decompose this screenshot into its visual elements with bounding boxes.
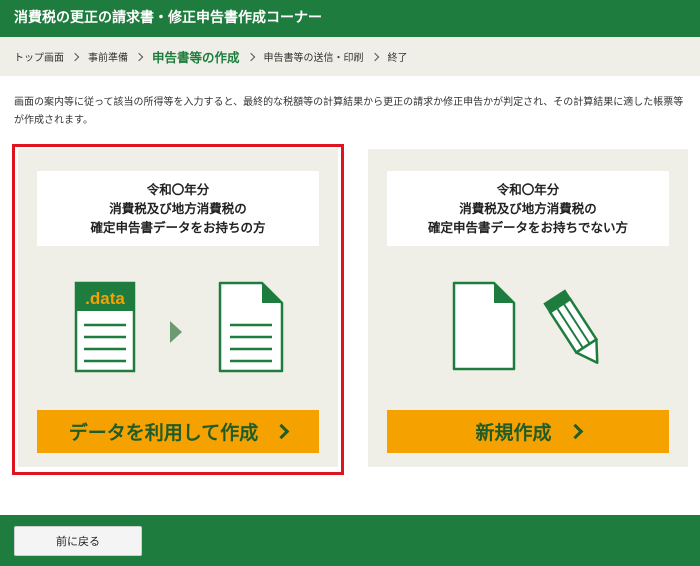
create-new-button[interactable]: 新規作成: [387, 410, 669, 453]
option-card-without-data: 令和〇年分 消費税及び地方消費税の 確定申告書データをお持ちでない方 新規作成: [368, 149, 688, 467]
instruction-text: 画面の案内等に従って該当の所得等を入力すると、最終的な税額等の計算結果から更正の…: [14, 97, 684, 126]
chevron-right-icon: [70, 52, 80, 61]
breadcrumb-item-create-current: 申告書等の作成: [152, 50, 240, 65]
app-title-bar: 消費税の更正の請求書・修正申告書作成コーナー: [0, 0, 700, 37]
blank-document-icon: [452, 281, 516, 371]
chevron-right-icon: [134, 52, 144, 61]
breadcrumb-item-preparation: 事前準備: [88, 53, 128, 64]
breadcrumb-item-finish: 終了: [387, 53, 408, 64]
title-line-target: 確定申告書データをお持ちでない方: [427, 220, 628, 235]
back-button[interactable]: 前に戻る: [14, 526, 142, 556]
footer-bar: 前に戻る: [0, 515, 700, 566]
breadcrumb-item-send-print: 申告書等の送信・印刷: [263, 53, 364, 64]
breadcrumb-item-top: トップ画面: [14, 53, 64, 64]
breadcrumb: トップ画面 事前準備 申告書等の作成 申告書等の送信・印刷 終了: [0, 37, 700, 76]
chevron-right-icon: [370, 52, 379, 61]
chevron-right-icon: [246, 52, 255, 61]
chevron-right-icon: [567, 423, 583, 440]
option-title-without-data: 令和〇年分 消費税及び地方消費税の 確定申告書データをお持ちでない方: [387, 171, 669, 246]
title-line-tax: 消費税及び地方消費税の: [459, 201, 597, 216]
create-new-label: 新規作成: [475, 422, 552, 444]
back-button-label: 前に戻る: [56, 535, 100, 548]
app-title: 消費税の更正の請求書・修正申告書作成コーナー: [14, 10, 322, 26]
pencil-icon: [543, 289, 599, 364]
title-line-year: 令和〇年分: [496, 182, 560, 197]
selection-highlight: [12, 144, 344, 475]
